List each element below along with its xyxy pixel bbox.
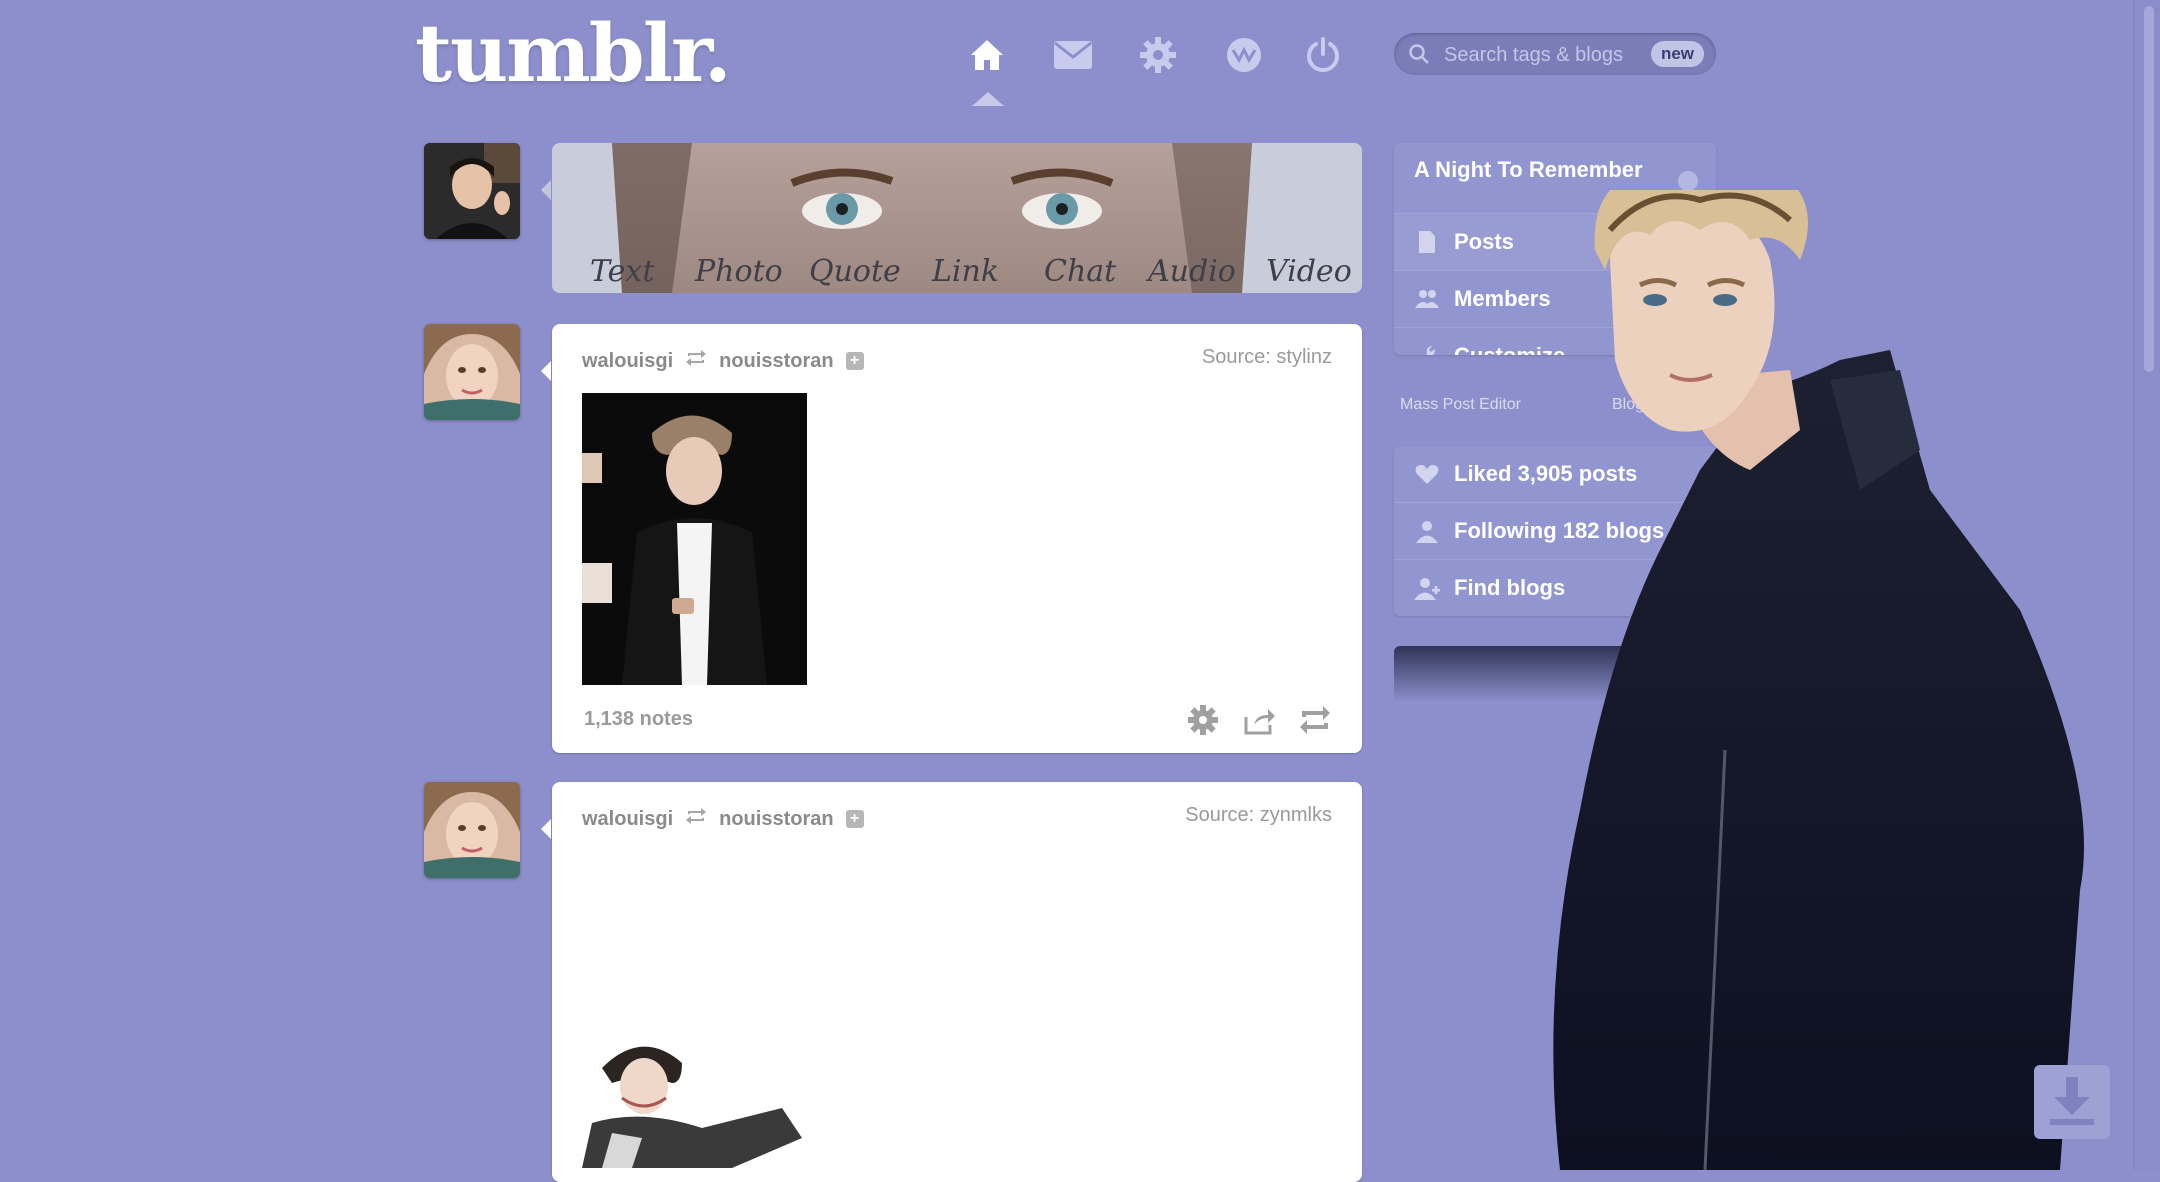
search-icon: [1408, 43, 1430, 70]
post-source[interactable]: Source: zynmlks: [1185, 804, 1332, 827]
members-icon: [1414, 286, 1440, 312]
mail-icon[interactable]: [1048, 30, 1098, 80]
avatar-notch: [541, 180, 551, 200]
add-person-icon: [1414, 575, 1440, 601]
activity-icon[interactable]: [1219, 30, 1269, 80]
avatar-notch: [541, 361, 551, 381]
reblogged-from-link[interactable]: nouisstoran: [719, 808, 833, 831]
post-type-link[interactable]: Link: [932, 254, 999, 289]
person-icon: [1414, 518, 1440, 544]
post-author-link[interactable]: walouisgi: [582, 808, 673, 831]
follow-plus-icon[interactable]: +: [845, 352, 864, 370]
blog-title[interactable]: A Night To Remember: [1414, 157, 1643, 183]
new-post-bar: Text Photo Quote Link Chat Audio Video: [552, 143, 1362, 293]
download-arrow-icon: [2050, 1077, 2094, 1125]
post-author-link[interactable]: walouisgi: [582, 350, 673, 373]
post-type-audio[interactable]: Audio: [1148, 254, 1236, 289]
post-settings-gear-icon[interactable]: [1186, 703, 1220, 737]
post-type-quote[interactable]: Quote: [809, 254, 901, 289]
follow-plus-icon[interactable]: +: [845, 810, 864, 828]
post-type-video[interactable]: Video: [1266, 254, 1352, 289]
avatar-notch: [541, 819, 551, 839]
post-photo[interactable]: [582, 393, 807, 685]
post-author-avatar[interactable]: [424, 782, 520, 878]
reblog-small-icon: [685, 807, 707, 831]
theme-background-person-image: [1553, 190, 2084, 1170]
reblog-icon[interactable]: [1298, 703, 1332, 737]
download-arrow-button[interactable]: [2034, 1065, 2110, 1139]
wrench-icon: [1414, 343, 1440, 355]
post-notes[interactable]: 1,138 notes: [584, 708, 693, 731]
post-card: walouisgi nouisstoran + Source: stylinz …: [552, 324, 1362, 753]
blog-dropdown-icon[interactable]: [1678, 171, 1698, 191]
scrollbar-thumb[interactable]: [2144, 6, 2154, 372]
power-icon[interactable]: [1298, 30, 1348, 80]
tumblr-logo[interactable]: tumblr.: [415, 6, 732, 100]
post-card: walouisgi nouisstoran + Source: zynmlks: [552, 782, 1362, 1182]
post-author-avatar[interactable]: [424, 324, 520, 420]
post-actions: [1186, 703, 1332, 737]
heart-icon: [1414, 461, 1440, 487]
post-header: walouisgi nouisstoran +: [582, 804, 864, 834]
post-header: walouisgi nouisstoran +: [582, 346, 864, 376]
document-icon: [1414, 229, 1440, 255]
search-box: new: [1394, 33, 1716, 75]
search-input[interactable]: [1442, 39, 1646, 71]
post-type-photo[interactable]: Photo: [695, 254, 783, 289]
reblogged-from-link[interactable]: nouisstoran: [719, 350, 833, 373]
reblog-small-icon: [685, 349, 707, 373]
active-nav-pointer: [972, 92, 1004, 106]
post-type-chat[interactable]: Chat: [1044, 254, 1116, 289]
new-badge: new: [1650, 41, 1704, 67]
user-avatar[interactable]: [424, 143, 520, 239]
post-source[interactable]: Source: stylinz: [1202, 346, 1332, 369]
post-type-text[interactable]: Text: [590, 254, 654, 289]
post-photo[interactable]: [582, 1028, 807, 1168]
share-icon[interactable]: [1242, 703, 1276, 737]
gear-icon[interactable]: [1133, 30, 1183, 80]
dashboard-page: tumblr. new: [0, 0, 2160, 1182]
home-icon[interactable]: [962, 30, 1012, 80]
page-scrollbar[interactable]: [2133, 0, 2160, 1170]
